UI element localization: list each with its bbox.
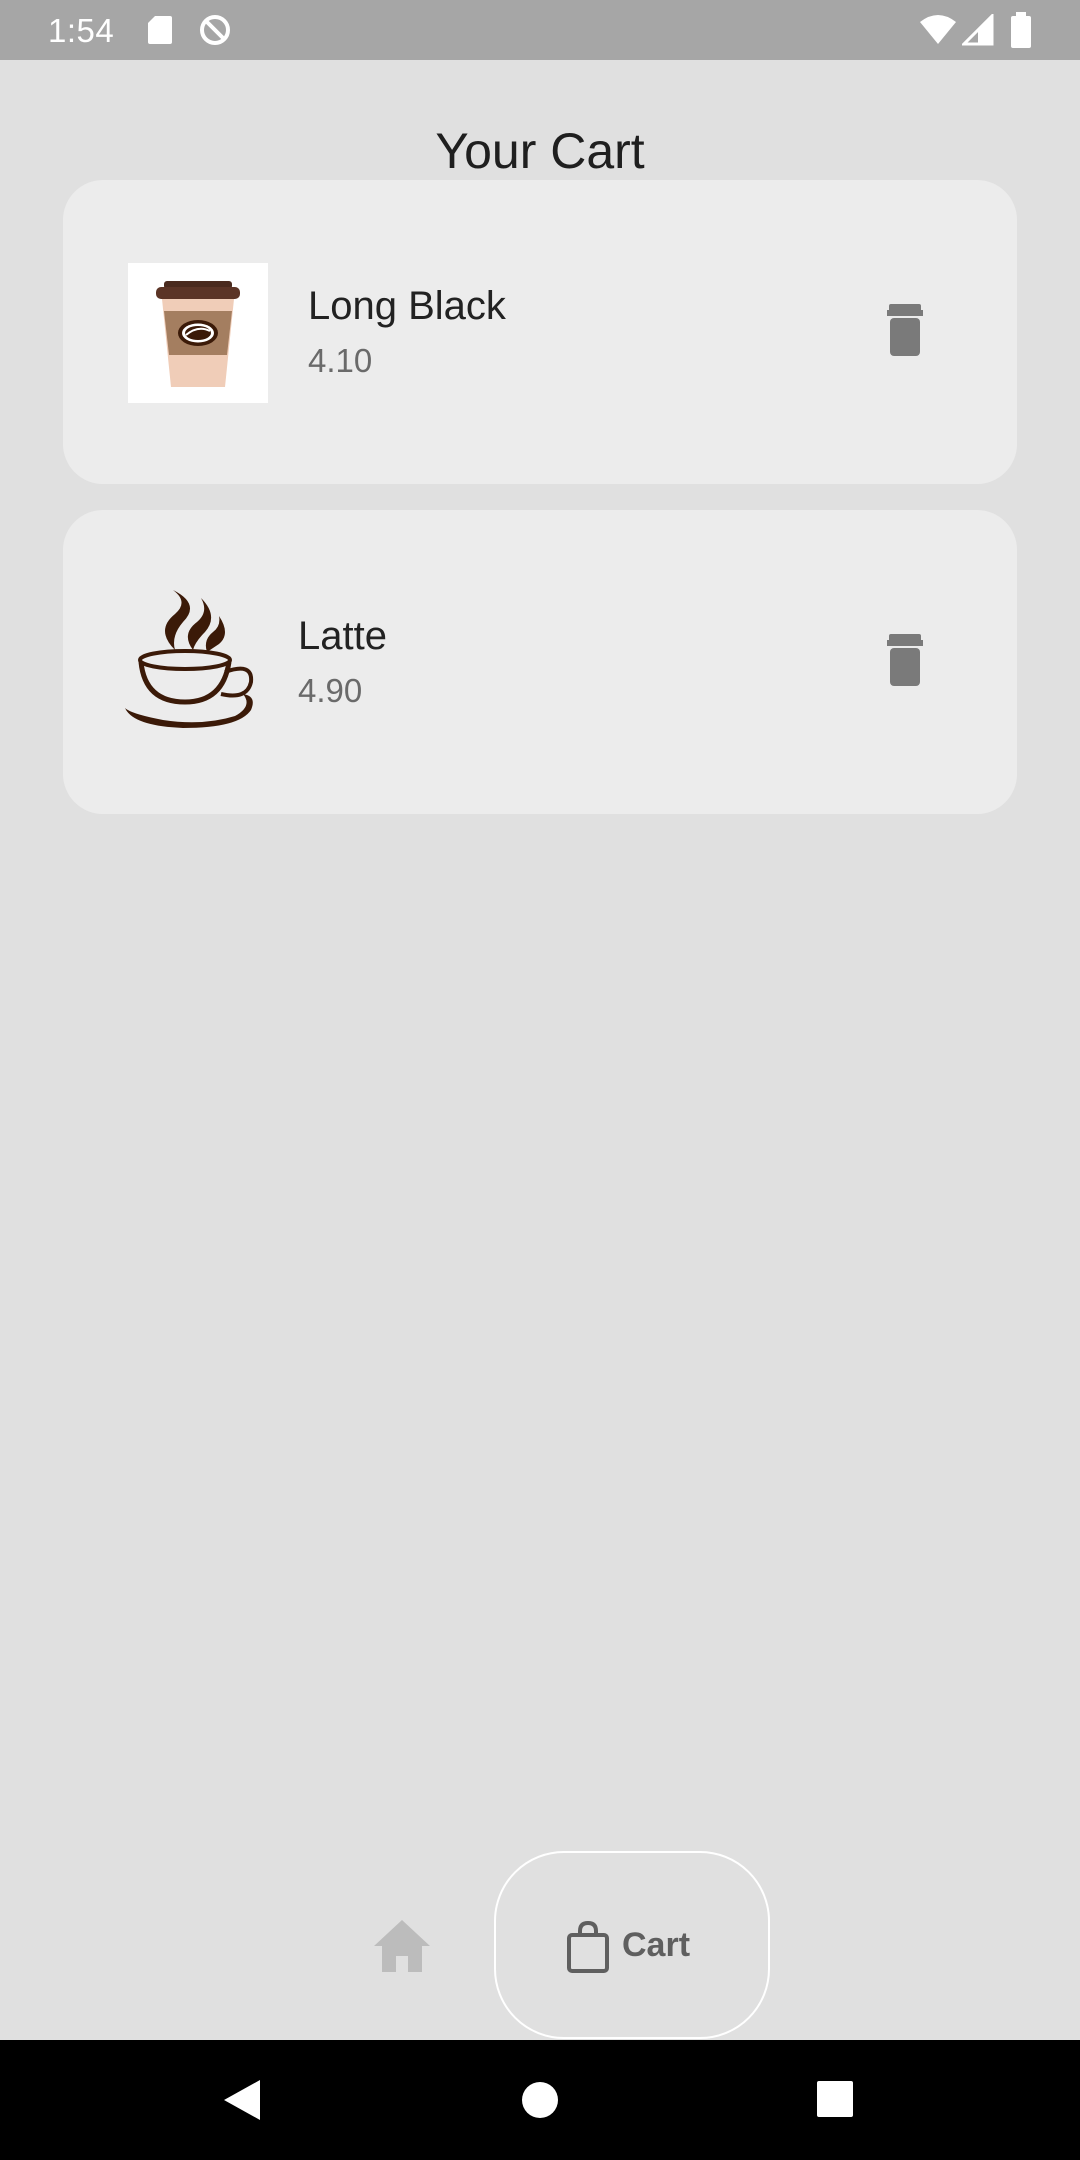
battery-icon [1011,12,1031,48]
system-nav-bar [0,2040,1080,2160]
recents-square-icon[interactable] [816,2080,854,2118]
item-price: 4.90 [298,672,363,709]
item-price: 4.10 [308,342,373,379]
takeaway-coffee-cup-icon [128,263,268,403]
status-bar: 1:54 [0,0,1080,60]
steaming-coffee-cup-icon [125,590,254,728]
back-icon[interactable] [222,2078,262,2122]
tab-cart[interactable]: Cart [494,1851,770,2039]
shopping-bag-icon [567,1921,609,1973]
sd-card-icon [148,16,172,44]
page-title: Your Cart [435,123,645,179]
delete-icon[interactable] [869,624,941,696]
home-icon[interactable] [372,1918,432,1974]
cart-item-card[interactable]: Long Black 4.10 [63,180,1017,484]
signal-icon [962,14,994,46]
cart-item-card[interactable]: Latte 4.90 [63,510,1017,814]
do-not-disturb-icon [200,15,230,45]
status-time: 1:54 [48,12,115,49]
wifi-icon [920,15,956,44]
home-circle-icon[interactable] [520,2080,560,2120]
item-name: Long Black [308,284,506,328]
item-name: Latte [298,614,387,658]
delete-icon[interactable] [869,294,941,366]
tab-cart-label: Cart [622,1926,691,1964]
